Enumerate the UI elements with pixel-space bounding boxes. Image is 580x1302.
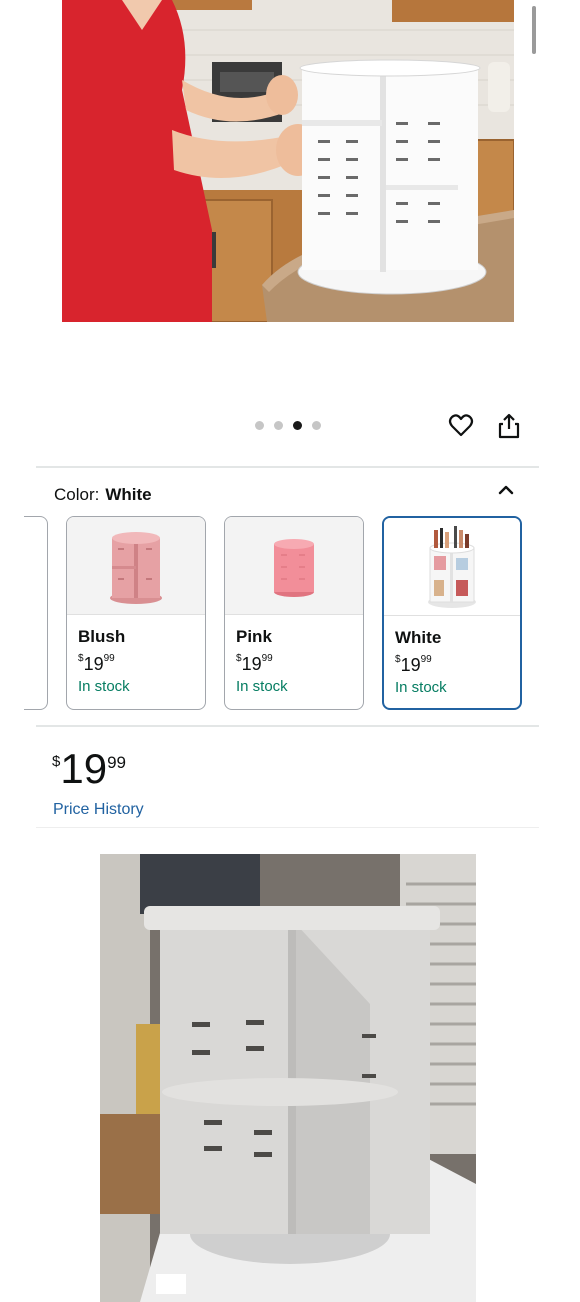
carousel-dot[interactable]	[312, 421, 321, 430]
swatch-thumbnail	[67, 517, 205, 615]
swatch-price-whole: 19	[83, 654, 104, 674]
swatch-price: $1999	[236, 651, 363, 674]
divider	[36, 827, 539, 828]
color-option-pink[interactable]: Pink $1999 In stock	[224, 516, 364, 710]
swatch-stock: In stock	[236, 678, 288, 695]
divider	[36, 466, 539, 468]
product-hero-image[interactable]	[62, 0, 514, 322]
color-option-partial[interactable]	[24, 516, 48, 710]
price-currency: $	[52, 753, 61, 770]
color-label: Color: White	[54, 485, 152, 505]
swatch-price-fraction: 99	[103, 653, 115, 664]
swatch-thumbnail	[225, 517, 363, 615]
customer-review-image[interactable]	[100, 854, 476, 1302]
swatch-thumbnail	[384, 518, 520, 616]
chevron-up-icon[interactable]	[495, 481, 517, 499]
selected-color: White	[105, 485, 152, 504]
divider	[36, 725, 539, 727]
scroll-indicator[interactable]	[532, 6, 536, 54]
carousel-dot[interactable]	[255, 421, 264, 430]
color-option-blush[interactable]: Blush $1999 In stock	[66, 516, 206, 710]
swatch-price-whole: 19	[400, 655, 421, 675]
swatch-name: Pink	[236, 627, 272, 646]
swatch-stock: In stock	[395, 679, 447, 696]
price-fraction: 99	[107, 753, 126, 772]
heart-icon[interactable]	[448, 412, 474, 440]
swatch-name: White	[395, 628, 442, 647]
swatch-price-whole: 19	[241, 654, 262, 674]
product-page: Color: White Blush $1999 In stock Pink $…	[0, 0, 580, 1302]
swatch-price-fraction: 99	[420, 654, 432, 665]
swatch-price-currency: $	[236, 653, 242, 664]
swatch-info: Pink $1999 In stock	[225, 615, 363, 695]
color-label-text: Color:	[54, 485, 100, 504]
swatch-price: $1999	[395, 652, 520, 675]
carousel-dots	[255, 421, 321, 430]
carousel-dot-active[interactable]	[293, 421, 302, 430]
carousel-dot[interactable]	[274, 421, 283, 430]
swatch-name: Blush	[78, 627, 126, 646]
swatch-info: White $1999 In stock	[384, 616, 520, 696]
price-history-link[interactable]: Price History	[53, 801, 144, 819]
swatch-price-currency: $	[78, 653, 84, 664]
swatch-info: Blush $1999 In stock	[67, 615, 205, 695]
share-icon[interactable]	[496, 412, 522, 440]
swatch-stock: In stock	[78, 678, 130, 695]
swatch-price-fraction: 99	[261, 653, 273, 664]
price-whole: 19	[60, 745, 108, 792]
color-option-white[interactable]: White $1999 In stock	[382, 516, 522, 710]
swatch-price: $1999	[78, 651, 205, 674]
swatch-price-currency: $	[395, 654, 401, 665]
product-price: $1999	[52, 748, 126, 790]
